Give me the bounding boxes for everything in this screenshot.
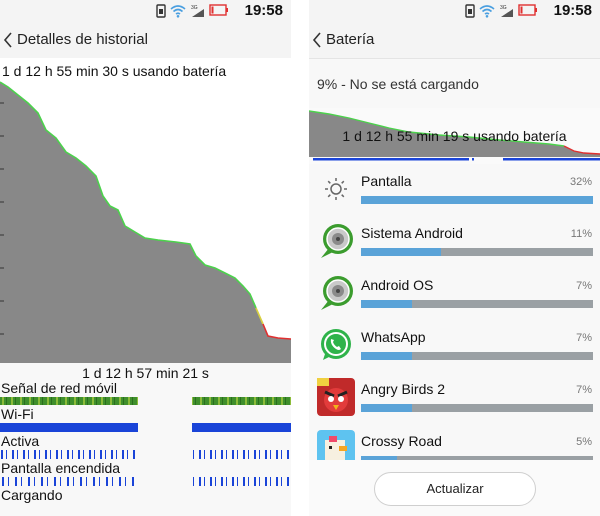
mini-wifi-strip bbox=[313, 158, 469, 161]
screen-on-strip bbox=[0, 477, 291, 486]
status-time: 19:58 bbox=[244, 2, 283, 19]
app-row-sistema-android[interactable]: Sistema Android 11% bbox=[309, 216, 600, 269]
android-os-icon bbox=[321, 276, 353, 310]
usage-bar-fill bbox=[361, 404, 412, 412]
app-name: Android OS bbox=[361, 277, 434, 293]
refresh-button[interactable]: Actualizar bbox=[374, 472, 536, 506]
wifi-strip bbox=[0, 423, 291, 432]
usage-bar-fill bbox=[361, 300, 412, 308]
usage-bar-fill bbox=[361, 196, 593, 204]
status-bar: 3G 19:58 bbox=[309, 0, 600, 22]
battery-history-chart bbox=[0, 58, 291, 363]
usage-bar-track bbox=[361, 196, 593, 204]
status-icons: 3G bbox=[464, 4, 538, 18]
sim-icon bbox=[464, 4, 475, 18]
mobile-signal-strip bbox=[0, 397, 291, 405]
battery-screen: 3G 19:58 Batería 9% - No se está cargand… bbox=[309, 0, 600, 516]
title-bar: Batería bbox=[309, 22, 600, 59]
title-bar: Detalles de historial bbox=[0, 22, 291, 59]
usage-bar-track bbox=[361, 404, 593, 412]
battery-low-icon bbox=[209, 4, 228, 16]
app-row-angry-birds-2[interactable]: Angry Birds 2 7% bbox=[309, 372, 600, 425]
page-title: Batería bbox=[326, 31, 375, 48]
wifi-label: Wi-Fi bbox=[1, 406, 34, 422]
app-percent: 32% bbox=[569, 176, 592, 188]
usage-bar-track bbox=[361, 248, 593, 256]
usage-duration-label: 1 d 12 h 55 min 30 s usando batería bbox=[2, 63, 227, 79]
wifi-icon bbox=[170, 5, 186, 18]
usage-bar-track bbox=[361, 300, 593, 308]
brightness-icon bbox=[325, 178, 347, 200]
status-bar: 3G 19:58 bbox=[0, 0, 291, 22]
usage-bar-fill bbox=[361, 248, 441, 256]
mobile-signal-label: Señal de red móvil bbox=[1, 380, 117, 396]
awake-label: Activa bbox=[1, 433, 40, 449]
page-title: Detalles de historial bbox=[17, 31, 148, 48]
back-chevron-icon[interactable] bbox=[312, 32, 322, 48]
app-percent: 11% bbox=[570, 228, 592, 240]
app-name: Crossy Road bbox=[361, 433, 442, 449]
app-name: Angry Birds 2 bbox=[361, 381, 446, 397]
awake-strip bbox=[0, 450, 291, 459]
app-name: WhatsApp bbox=[361, 329, 426, 345]
network-type-label: 3G bbox=[500, 5, 507, 11]
history-screen: 3G 19:58 Detalles de historial 1 d 12 h … bbox=[0, 0, 291, 516]
app-percent: 7% bbox=[576, 384, 592, 396]
screen-on-label: Pantalla encendida bbox=[1, 460, 121, 476]
usage-bar-track bbox=[361, 352, 593, 360]
app-row-whatsapp[interactable]: WhatsApp 7% bbox=[309, 320, 600, 373]
sim-icon bbox=[155, 4, 166, 18]
whatsapp-icon bbox=[321, 329, 351, 360]
charging-label: Cargando bbox=[1, 487, 63, 503]
status-icons: 3G bbox=[155, 4, 229, 18]
app-percent: 7% bbox=[576, 332, 592, 344]
app-row-android-os[interactable]: Android OS 7% bbox=[309, 268, 600, 321]
mini-usage-label: 1 d 12 h 55 min 19 s usando batería bbox=[342, 128, 567, 144]
app-percent: 7% bbox=[576, 280, 592, 292]
mini-wifi-strip-2 bbox=[503, 158, 600, 161]
battery-low-icon bbox=[518, 4, 537, 16]
signal-icon: 3G bbox=[191, 5, 204, 17]
angry-birds-icon bbox=[317, 378, 355, 416]
back-chevron-icon[interactable] bbox=[3, 32, 13, 48]
usage-bar-fill bbox=[361, 352, 412, 360]
app-row-pantalla[interactable]: Pantalla 32% bbox=[309, 164, 600, 217]
app-name: Pantalla bbox=[361, 173, 412, 189]
battery-status-text: 9% - No se está cargando bbox=[317, 76, 479, 92]
wifi-icon bbox=[479, 5, 495, 18]
elapsed-time-label: 1 d 12 h 57 min 21 s bbox=[82, 365, 209, 381]
signal-icon: 3G bbox=[500, 5, 513, 17]
app-percent: 5% bbox=[576, 436, 592, 448]
status-time: 19:58 bbox=[553, 2, 592, 19]
network-type-label: 3G bbox=[191, 5, 198, 11]
android-system-icon bbox=[321, 224, 353, 258]
app-name: Sistema Android bbox=[361, 225, 463, 241]
